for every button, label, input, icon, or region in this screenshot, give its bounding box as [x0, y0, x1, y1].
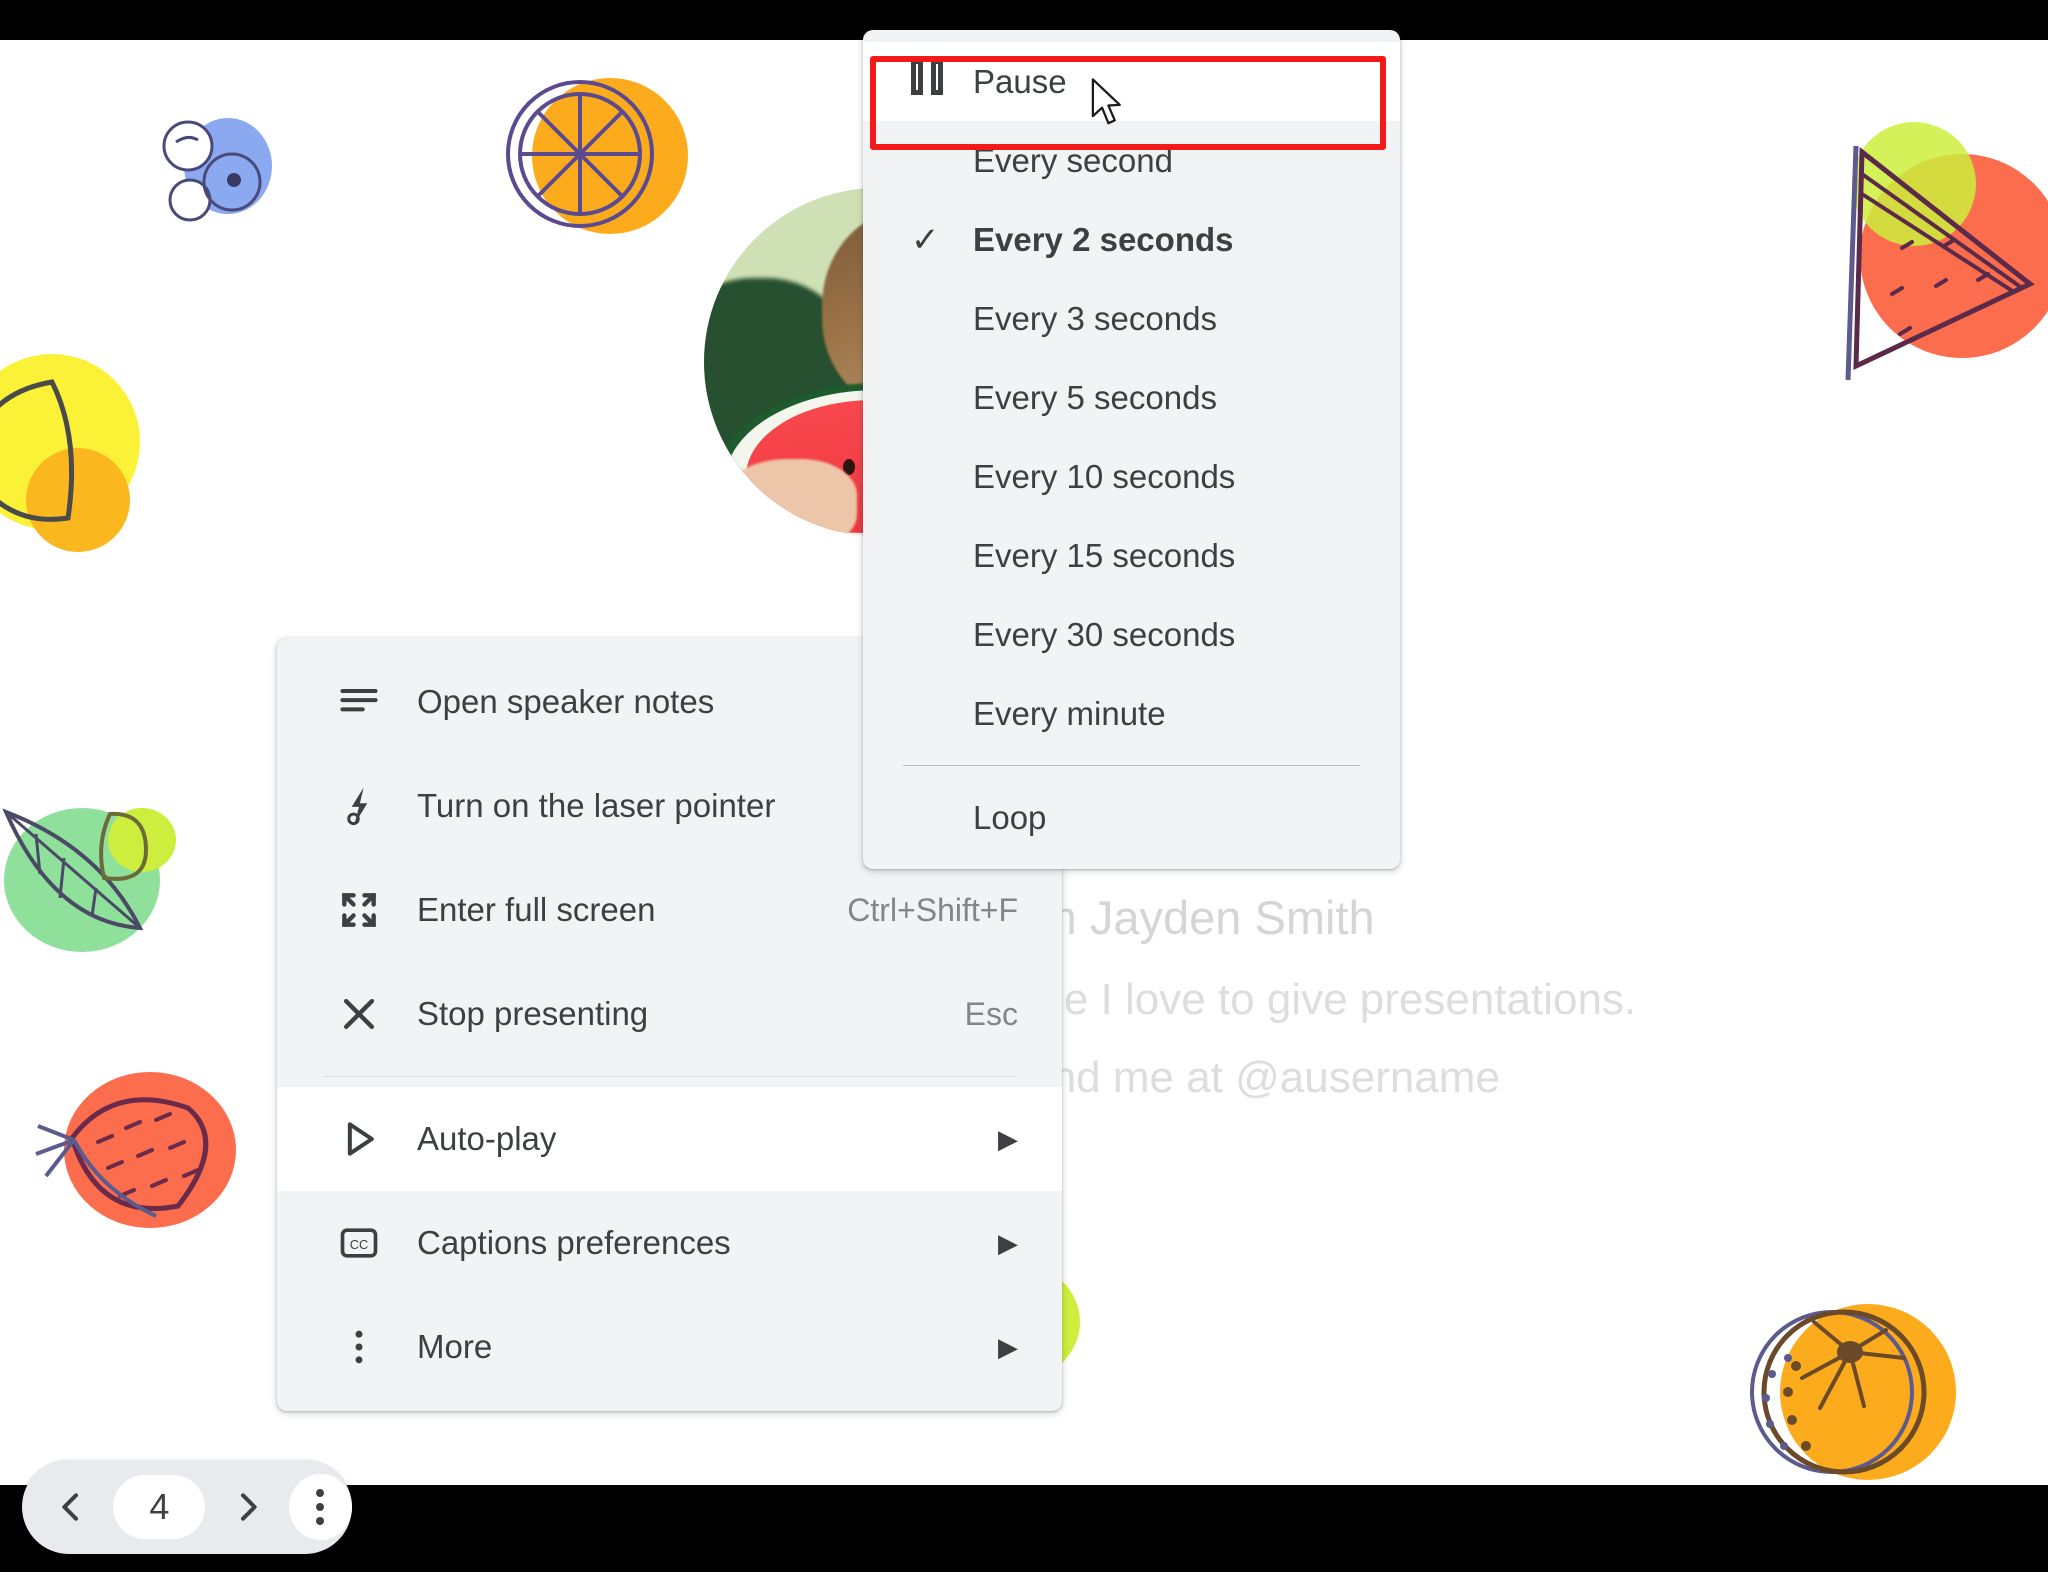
next-slide-button[interactable] — [219, 1477, 276, 1537]
submenu-item-every-second[interactable]: Every second — [863, 121, 1400, 200]
submenu-item-every-2-seconds[interactable]: ✓ Every 2 seconds — [863, 200, 1400, 279]
svg-text:CC: CC — [350, 1237, 369, 1252]
submenu-item-every-minute[interactable]: Every minute — [863, 674, 1400, 753]
menu-item-label: More — [417, 1328, 493, 1365]
submenu-item-pause[interactable]: Pause — [863, 42, 1400, 121]
menu-item-shortcut: Ctrl+Shift+F — [847, 891, 1018, 928]
closed-captions-icon: CC — [337, 1221, 393, 1265]
menu-item-label: Auto-play — [417, 1120, 557, 1157]
menu-item-label: Enter full screen — [417, 891, 656, 928]
presentation-viewport: Hello! I am Jayden Smith I am here becau… — [0, 0, 2048, 1572]
menu-item-enter-full-screen[interactable]: Enter full screen Ctrl+Shift+F — [277, 858, 1062, 962]
submenu-item-loop[interactable]: Loop — [863, 778, 1400, 857]
submenu-item-label: Every second — [973, 141, 1173, 179]
submenu-item-label: Every 2 seconds — [973, 220, 1234, 258]
menu-item-more[interactable]: More ▶ — [277, 1295, 1062, 1399]
submenu-item-label: Every 10 seconds — [973, 457, 1236, 495]
submenu-item-label: Every 5 seconds — [973, 378, 1217, 416]
laser-pointer-icon — [337, 784, 393, 828]
decoration-strawberry — [35, 1072, 236, 1228]
chevron-right-icon: ▶ — [998, 1332, 1018, 1362]
menu-item-shortcut: Esc — [964, 995, 1018, 1032]
submenu-item-every-5-seconds[interactable]: Every 5 seconds — [863, 358, 1400, 437]
submenu-item-every-3-seconds[interactable]: Every 3 seconds — [863, 279, 1400, 358]
fullscreen-icon — [337, 888, 393, 932]
submenu-item-every-15-seconds[interactable]: Every 15 seconds — [863, 516, 1400, 595]
submenu-item-label: Every 15 seconds — [973, 536, 1236, 574]
check-icon: ✓ — [911, 220, 940, 259]
more-vertical-icon — [316, 1489, 325, 1525]
decoration-lemon — [0, 354, 140, 552]
slide-navigation-bar: 4 — [22, 1460, 353, 1554]
pause-icon — [911, 59, 973, 104]
submenu-item-every-30-seconds[interactable]: Every 30 seconds — [863, 595, 1400, 674]
auto-play-submenu: Pause Every second ✓ Every 2 seconds Eve… — [863, 30, 1400, 869]
decoration-orange-slice — [506, 78, 688, 234]
submenu-item-label: Every minute — [973, 694, 1166, 732]
presentation-options-button[interactable] — [288, 1474, 353, 1540]
slide-number: 4 — [149, 1486, 170, 1527]
menu-item-label: Captions preferences — [417, 1224, 731, 1261]
menu-divider — [323, 1076, 1016, 1077]
submenu-item-label: Every 30 seconds — [973, 615, 1236, 653]
menu-item-captions-preferences[interactable]: CC Captions preferences ▶ — [277, 1191, 1062, 1295]
notes-icon — [337, 680, 393, 724]
submenu-item-label: Every 3 seconds — [973, 299, 1217, 337]
close-icon — [337, 992, 393, 1036]
slide-number-pill[interactable]: 4 — [113, 1475, 206, 1539]
chevron-right-icon: ▶ — [998, 1124, 1018, 1154]
menu-item-stop-presenting[interactable]: Stop presenting Esc — [277, 962, 1062, 1066]
decoration-blueberry — [162, 118, 272, 222]
menu-item-auto-play[interactable]: Auto-play ▶ — [277, 1087, 1062, 1191]
decoration-watermelon-slice — [1845, 122, 2048, 381]
more-vertical-icon — [337, 1325, 393, 1369]
chevron-right-icon: ▶ — [998, 1228, 1018, 1258]
submenu-item-label: Pause — [973, 62, 1067, 100]
submenu-item-every-10-seconds[interactable]: Every 10 seconds — [863, 437, 1400, 516]
decoration-leaf — [2, 808, 176, 952]
submenu-divider — [903, 765, 1360, 766]
decoration-orange — [1750, 1304, 1956, 1480]
play-icon — [337, 1117, 393, 1161]
menu-item-label: Stop presenting — [417, 995, 649, 1032]
previous-slide-button[interactable] — [42, 1477, 99, 1537]
submenu-item-label: Loop — [973, 798, 1047, 836]
